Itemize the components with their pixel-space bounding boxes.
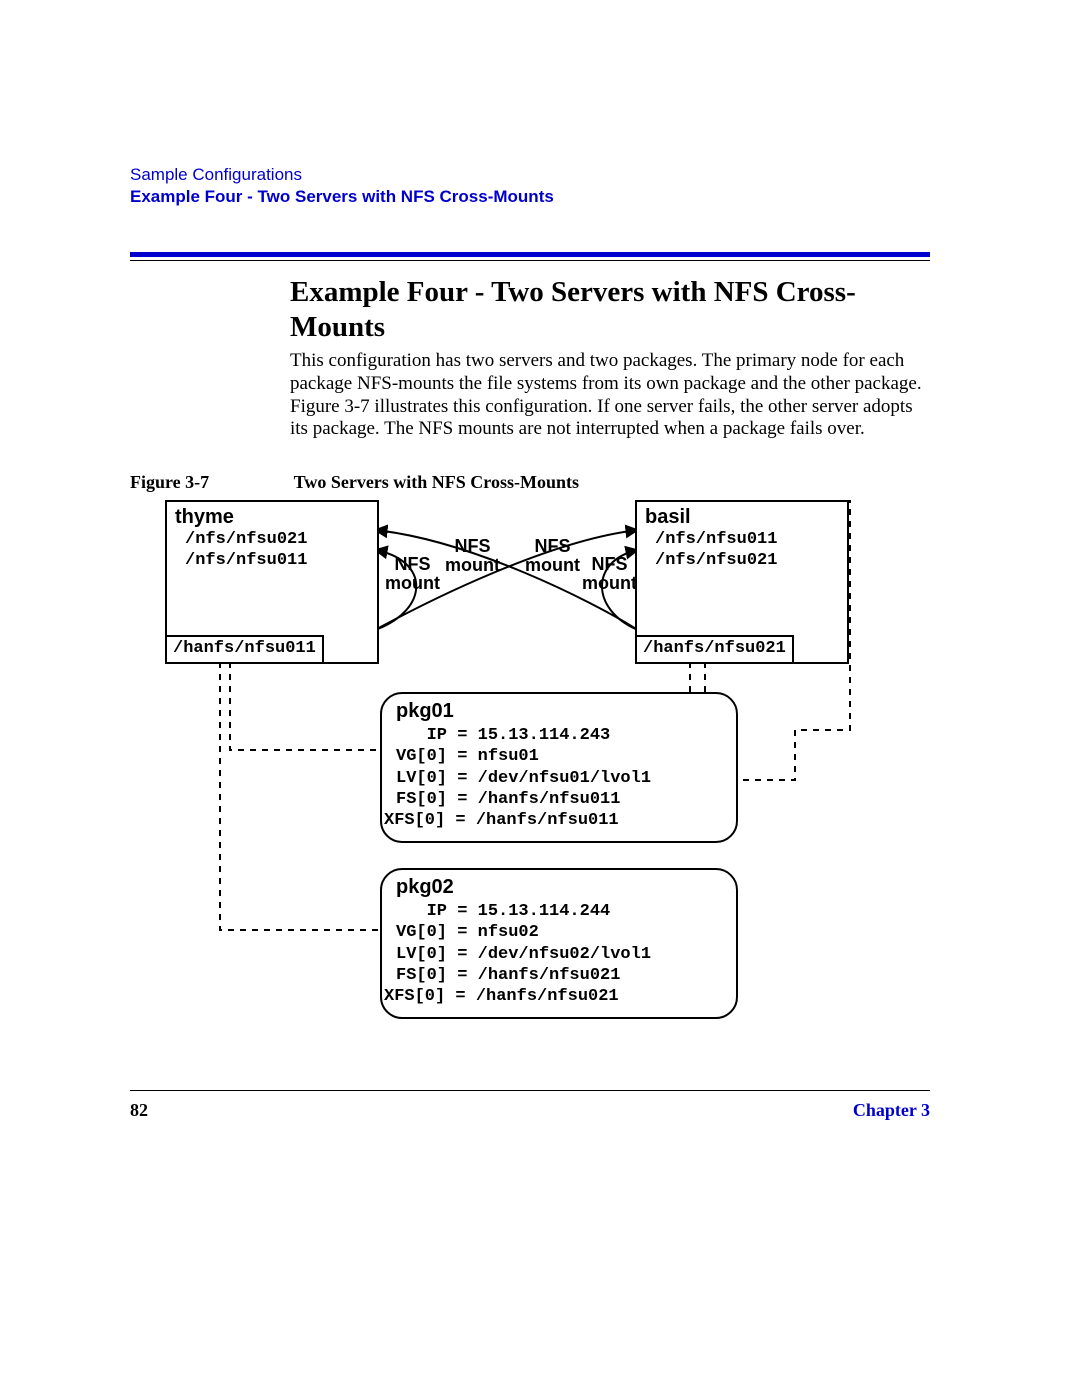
diagram: thyme /nfs/nfsu021 /nfs/nfsu011 /hanfs/n…	[130, 480, 930, 1090]
nfs-mount-label-2: NFSmount	[445, 537, 500, 575]
basil-path-2: /nfs/nfsu021	[637, 550, 847, 571]
header-section-name: Sample Configurations	[130, 165, 554, 185]
nfs-mount-label-4: NFSmount	[582, 555, 637, 593]
pkg02-ip: IP = 15.13.114.244	[396, 901, 726, 922]
pkg02-lv: LV[0] = /dev/nfsu02/lvol1	[396, 944, 726, 965]
nfs-mount-label-1: NFSmount	[385, 555, 440, 593]
basil-path-1: /nfs/nfsu011	[637, 529, 847, 550]
server-thyme-title: thyme	[167, 502, 377, 529]
footer-rule	[130, 1090, 930, 1091]
server-basil: basil /nfs/nfsu011 /nfs/nfsu021 /hanfs/n…	[635, 500, 849, 664]
basil-hanfs: /hanfs/nfsu021	[635, 635, 794, 664]
pkg01-lv: LV[0] = /dev/nfsu01/lvol1	[396, 768, 726, 789]
header-subtitle: Example Four - Two Servers with NFS Cros…	[130, 187, 554, 207]
pkg02-box: pkg02 IP = 15.13.114.244 VG[0] = nfsu02 …	[380, 868, 738, 1019]
pkg02-fs: FS[0] = /hanfs/nfsu021	[396, 965, 726, 986]
pkg01-box: pkg01 IP = 15.13.114.243 VG[0] = nfsu01 …	[380, 692, 738, 843]
footer: 82 Chapter 3	[130, 1100, 930, 1121]
running-header: Sample Configurations Example Four - Two…	[130, 165, 554, 207]
page: Sample Configurations Example Four - Two…	[0, 0, 1080, 1397]
page-number: 82	[130, 1100, 148, 1120]
body-paragraph: This configuration has two servers and t…	[290, 350, 930, 441]
header-rule	[130, 252, 930, 257]
pkg01-ip: IP = 15.13.114.243	[396, 725, 726, 746]
pkg01-fs: FS[0] = /hanfs/nfsu011	[396, 789, 726, 810]
pkg01-vg: VG[0] = nfsu01	[396, 746, 726, 767]
chapter-link[interactable]: Chapter 3	[853, 1100, 930, 1121]
thyme-hanfs: /hanfs/nfsu011	[165, 635, 324, 664]
pkg02-xfs: XFS[0] = /hanfs/nfsu021	[384, 986, 726, 1007]
pkg01-xfs: XFS[0] = /hanfs/nfsu011	[384, 810, 726, 831]
page-title: Example Four - Two Servers with NFS Cros…	[290, 275, 930, 345]
server-thyme: thyme /nfs/nfsu021 /nfs/nfsu011 /hanfs/n…	[165, 500, 379, 664]
pkg01-title: pkg01	[396, 700, 726, 723]
pkg02-vg: VG[0] = nfsu02	[396, 922, 726, 943]
thyme-path-1: /nfs/nfsu021	[167, 529, 377, 550]
thyme-path-2: /nfs/nfsu011	[167, 550, 377, 571]
pkg02-title: pkg02	[396, 876, 726, 899]
nfs-mount-label-3: NFSmount	[525, 537, 580, 575]
server-basil-title: basil	[637, 502, 847, 529]
